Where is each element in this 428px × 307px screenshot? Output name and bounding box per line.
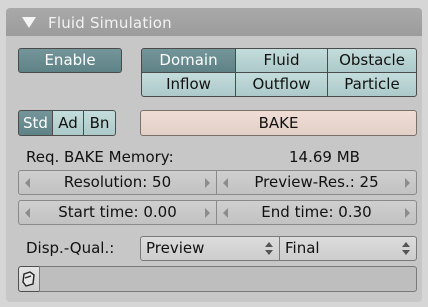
panel-body: Enable Domain Fluid Obstacle Inflow Outf… [6, 36, 422, 302]
start-time-field[interactable]: Start time: 0.00 [18, 200, 217, 225]
enable-button[interactable]: Enable [18, 48, 122, 73]
particle-button[interactable]: Particle [327, 72, 417, 97]
panel-title: Fluid Simulation [48, 14, 172, 32]
render-display-quality-select[interactable]: Final [279, 236, 417, 261]
bake-path-row [18, 266, 417, 292]
end-time-value: End time: 0.30 [261, 203, 372, 221]
increment-arrow-icon[interactable] [205, 178, 210, 188]
domain-button[interactable]: Domain [141, 48, 236, 73]
up-down-arrows-icon [265, 241, 273, 257]
viewport-display-quality-value: Preview [146, 239, 205, 257]
obstacle-button[interactable]: Obstacle [327, 48, 417, 73]
preview-res-value: Preview-Res.: 25 [254, 173, 379, 191]
tab-ad[interactable]: Ad [52, 110, 84, 136]
folder-browse-icon[interactable] [18, 266, 40, 292]
up-down-arrows-icon [402, 241, 410, 257]
inflow-button[interactable]: Inflow [141, 72, 236, 97]
memory-label: Req. BAKE Memory: [26, 148, 174, 166]
memory-value: 14.69 MB [289, 148, 360, 166]
fluid-simulation-panel: Fluid Simulation Enable Domain Fluid Obs… [0, 0, 428, 307]
increment-arrow-icon[interactable] [205, 208, 210, 218]
end-time-field[interactable]: End time: 0.30 [216, 200, 417, 225]
preview-res-field[interactable]: Preview-Res.: 25 [216, 170, 417, 195]
fluid-button[interactable]: Fluid [235, 48, 328, 73]
resolution-field[interactable]: Resolution: 50 [18, 170, 217, 195]
increment-arrow-icon[interactable] [405, 208, 410, 218]
panel-header[interactable]: Fluid Simulation [6, 8, 422, 36]
decrement-arrow-icon[interactable] [223, 208, 228, 218]
outflow-button[interactable]: Outflow [235, 72, 328, 97]
resolution-value: Resolution: 50 [63, 173, 172, 191]
increment-arrow-icon[interactable] [405, 178, 410, 188]
bake-path-input[interactable] [39, 266, 417, 292]
start-time-value: Start time: 0.00 [58, 203, 177, 221]
render-display-quality-value: Final [285, 239, 320, 257]
tab-std[interactable]: Std [18, 110, 53, 136]
bake-button[interactable]: BAKE [140, 110, 417, 136]
decrement-arrow-icon[interactable] [25, 178, 30, 188]
viewport-display-quality-select[interactable]: Preview [140, 236, 280, 261]
decrement-arrow-icon[interactable] [223, 178, 228, 188]
triangle-down-icon[interactable] [22, 17, 36, 28]
decrement-arrow-icon[interactable] [25, 208, 30, 218]
display-quality-label: Disp.-Qual.: [26, 239, 115, 257]
tab-bn[interactable]: Bn [83, 110, 116, 136]
